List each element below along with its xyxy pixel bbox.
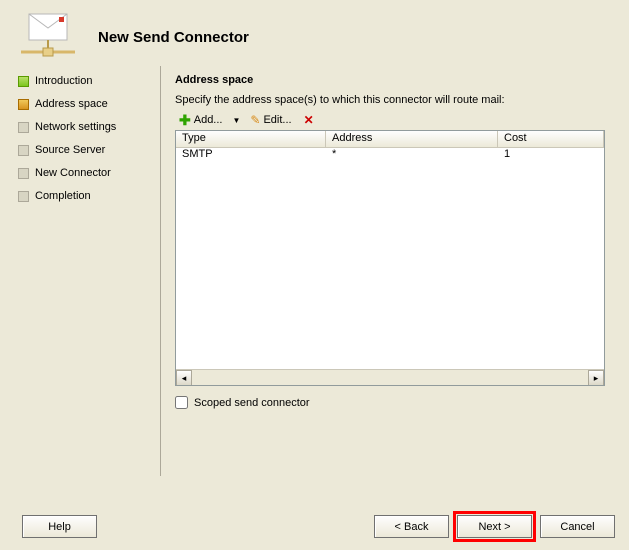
scroll-left-arrow[interactable]: ◂ [176,370,192,386]
step-new-connector: New Connector [16,164,156,182]
wizard-title: New Send Connector [98,29,249,46]
toolbar: ✚ Add... ▼ ✎ Edit... ✕ [175,112,605,128]
add-dropdown-arrow[interactable]: ▼ [230,116,242,125]
cancel-button[interactable]: Cancel [540,515,615,538]
scroll-right-arrow[interactable]: ▸ [588,370,604,386]
scoped-connector-option: Scoped send connector [175,396,605,409]
wizard-steps-sidebar: Introduction Address space Network setti… [10,66,160,476]
connector-icon [16,12,80,62]
column-header-cost[interactable]: Cost [498,131,604,147]
scoped-checkbox[interactable] [175,396,188,409]
column-header-address[interactable]: Address [326,131,498,147]
step-icon [18,191,29,202]
cell-address: * [326,148,498,163]
main-panel: Address space Specify the address space(… [160,66,619,476]
plus-icon: ✚ [179,115,191,126]
back-button[interactable]: < Back [374,515,449,538]
add-button[interactable]: ✚ Add... [175,113,226,127]
table-header: Type Address Cost [176,131,604,148]
next-button[interactable]: Next > [457,515,532,538]
cell-type: SMTP [176,148,326,163]
section-title: Address space [175,74,605,86]
scroll-track[interactable] [192,370,588,385]
delete-button[interactable]: ✕ [300,112,318,128]
step-icon [18,122,29,133]
step-address-space: Address space [16,95,156,113]
step-network-settings: Network settings [16,118,156,136]
wizard-header: New Send Connector [0,0,629,66]
step-icon-done [18,76,29,87]
step-source-server: Source Server [16,141,156,159]
x-icon: ✕ [304,113,314,127]
step-icon [18,168,29,179]
table-row[interactable]: SMTP * 1 [176,148,604,163]
address-space-table: Type Address Cost SMTP * 1 ◂ ▸ [175,130,605,386]
pencil-icon: ✎ [250,113,260,127]
step-completion: Completion [16,187,156,205]
column-header-type[interactable]: Type [176,131,326,147]
edit-button[interactable]: ✎ Edit... [246,112,295,128]
step-icon-active [18,99,29,110]
step-introduction: Introduction [16,72,156,90]
instruction-text: Specify the address space(s) to which th… [175,94,605,106]
step-icon [18,145,29,156]
scoped-label: Scoped send connector [194,397,310,409]
cell-cost: 1 [498,148,604,163]
help-button[interactable]: Help [22,515,97,538]
horizontal-scrollbar[interactable]: ◂ ▸ [176,369,604,385]
